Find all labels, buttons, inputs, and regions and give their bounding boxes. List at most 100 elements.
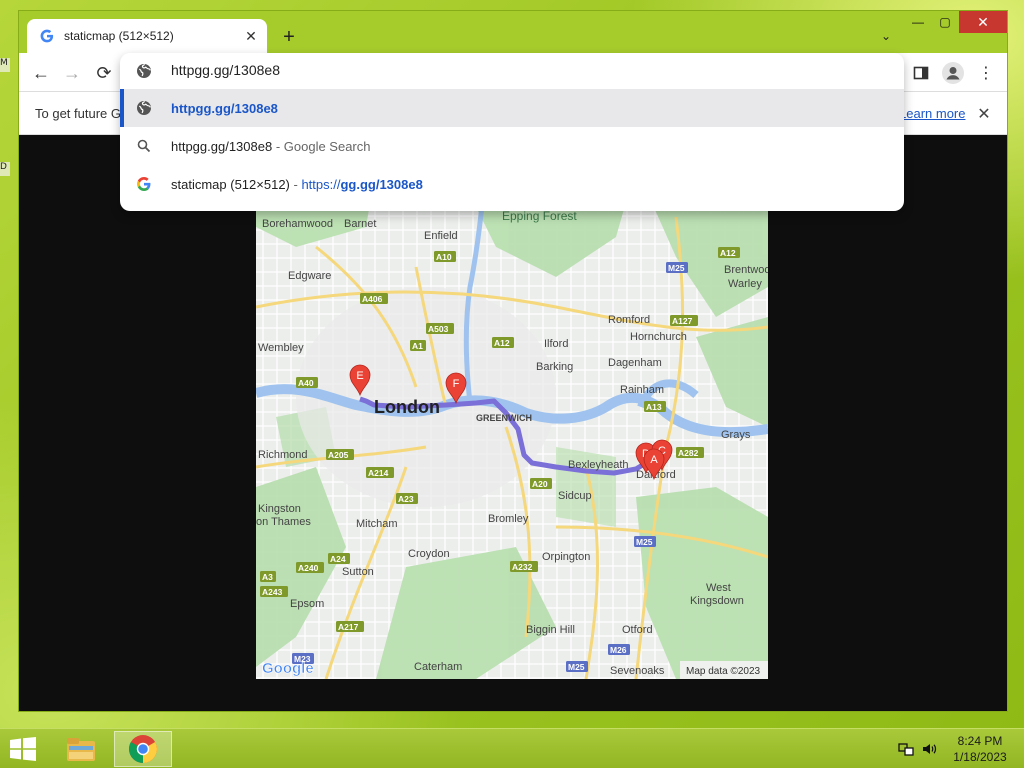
map-road-shield: M25 (566, 661, 588, 672)
close-window-button[interactable]: ✕ (959, 11, 1007, 33)
volume-icon[interactable] (921, 741, 937, 757)
google-favicon-icon (40, 29, 54, 43)
map-road-shield: A13 (644, 401, 666, 412)
map-place-label: Mitcham (356, 518, 398, 530)
desktop-item-d[interactable]: D (0, 162, 10, 176)
map-road-shield-label: A12 (494, 338, 510, 348)
map-place-label: Kingston (258, 503, 301, 515)
map-road-shield-label: A205 (328, 450, 349, 460)
maximize-button[interactable]: ▢ (931, 11, 959, 33)
map-place-label: Epping Forest (502, 209, 577, 223)
clock-date: 1/18/2023 (953, 750, 1007, 764)
suggestion-part: - Google Search (272, 138, 371, 154)
system-clock[interactable]: 8:24 PM 1/18/2023 (940, 733, 1020, 765)
map-road-shield: A24 (328, 553, 350, 564)
suggestion-part: staticmap (512×512) (171, 176, 290, 192)
map-marker-label: A (650, 454, 658, 466)
map-road-shield: A23 (396, 493, 418, 504)
map-marker-label: F (453, 378, 460, 390)
map-road-shield: A232 (510, 561, 538, 572)
windows-taskbar: 8:24 PM 1/18/2023 (0, 728, 1024, 768)
infobar-close-icon[interactable]: ✕ (973, 103, 995, 125)
omnibox-suggestion-3[interactable]: staticmap (512×512) - https://gg.gg/1308… (120, 165, 904, 203)
map-place-label: Edgware (288, 270, 331, 282)
map-road-shield-label: A24 (330, 554, 346, 564)
back-button[interactable]: ← (28, 60, 54, 86)
map-road-shield-label: A406 (362, 294, 383, 304)
map-road-shield-label: A13 (646, 402, 662, 412)
new-tab-button[interactable]: + (277, 25, 301, 49)
map-place-label: Richmond (258, 449, 308, 461)
map-place-label: Caterham (414, 661, 462, 673)
map-place-label: Epsom (290, 598, 324, 610)
map-road-shield: A12 (492, 337, 514, 348)
map-road-shield: A217 (336, 621, 364, 632)
omnibox-input[interactable] (171, 62, 771, 78)
map-road-shield: A127 (670, 315, 698, 326)
map-road-shield: A240 (296, 562, 324, 573)
omnibox-input-row (120, 53, 904, 89)
tab-search-chevron-icon[interactable]: ⌄ (875, 25, 897, 47)
google-icon (136, 176, 152, 192)
map-road-shield-label: M26 (610, 645, 627, 655)
map-place-label: Rainham (620, 384, 664, 396)
map-road-shield: A20 (530, 478, 552, 489)
static-map-image: London Epping Forest Borehamwood Barnet Enf… (256, 167, 768, 679)
map-road-shield: A214 (366, 467, 394, 478)
map-road-shield-label: M25 (568, 662, 585, 672)
omnibox-suggestion-1[interactable]: httpgg.gg/1308e8 (120, 89, 904, 127)
map-road-shield-label: A20 (532, 479, 548, 489)
map-road-shield-label: A243 (262, 587, 283, 597)
suggestion-part: httpgg.gg/1308e8 (171, 138, 273, 154)
infobar-message: To get future G (35, 106, 121, 121)
map-road-shield: A3 (260, 571, 276, 582)
browser-tab[interactable]: staticmap (512×512) ✕ (27, 19, 267, 53)
map-road-shield: A10 (434, 251, 456, 262)
omnibox-dropdown: httpgg.gg/1308e8httpgg.gg/1308e8 - Googl… (120, 53, 904, 211)
chrome-taskbar-button[interactable] (114, 731, 172, 767)
windows-start-icon[interactable] (8, 737, 38, 761)
suggestion-text: httpgg.gg/1308e8 - Google Search (171, 139, 371, 154)
map-place-label: Hornchurch (630, 331, 687, 343)
map-place-label: Sutton (342, 566, 374, 578)
map-road-shield: A205 (326, 449, 354, 460)
map-attribution: Map data ©2023 (686, 666, 761, 677)
file-explorer-taskbar-button[interactable] (52, 731, 110, 767)
map-road-shield-label: A10 (436, 252, 452, 262)
map-road-shield: M25 (666, 262, 688, 273)
suggestion-text: staticmap (512×512) - https://gg.gg/1308… (171, 177, 423, 192)
map-place-label: Kingsdown (690, 595, 744, 607)
menu-kebab-icon[interactable]: ⋮ (974, 61, 998, 85)
map-road-shield-label: A232 (512, 562, 533, 572)
map-road-shield: A282 (676, 447, 704, 458)
omnibox-suggestion-2[interactable]: httpgg.gg/1308e8 - Google Search (120, 127, 904, 165)
search-icon (136, 138, 152, 154)
profile-avatar-icon[interactable] (941, 61, 965, 85)
network-icon[interactable] (898, 741, 914, 757)
map-place-label: Barking (536, 361, 573, 373)
map-road-shield: A243 (260, 586, 288, 597)
map-place-label: Romford (608, 314, 650, 326)
folder-icon (67, 738, 95, 761)
map-road-shield-label: A12 (720, 248, 736, 258)
desktop-item-m[interactable]: M (0, 58, 10, 72)
map-road-shield: A1 (410, 340, 426, 351)
map-place-label: Orpington (542, 551, 590, 563)
minimize-button[interactable]: — (905, 11, 931, 33)
map-svg: London Epping Forest Borehamwood Barnet Enf… (256, 167, 768, 679)
map-road-shield: M25 (634, 536, 656, 547)
map-road-shield-label: A3 (262, 572, 273, 582)
map-road-shield-label: A217 (338, 622, 359, 632)
side-panel-icon[interactable] (909, 61, 933, 85)
map-place-label: Sidcup (558, 490, 592, 502)
map-place-label: Borehamwood (262, 218, 333, 230)
tab-close-icon[interactable]: ✕ (239, 24, 263, 48)
forward-button[interactable]: → (59, 60, 85, 86)
map-marker-label: E (356, 370, 363, 382)
tab-title: staticmap (512×512) (64, 29, 174, 43)
reload-button[interactable]: ⟳ (91, 60, 117, 86)
browser-titlebar: staticmap (512×512) ✕ + ⌄ — ▢ ✕ (19, 11, 1007, 53)
learn-more-link[interactable]: Learn more (899, 106, 965, 121)
suggestion-part: gg.gg/1308e8 (340, 176, 423, 192)
map-place-label: Dagenham (608, 357, 662, 369)
